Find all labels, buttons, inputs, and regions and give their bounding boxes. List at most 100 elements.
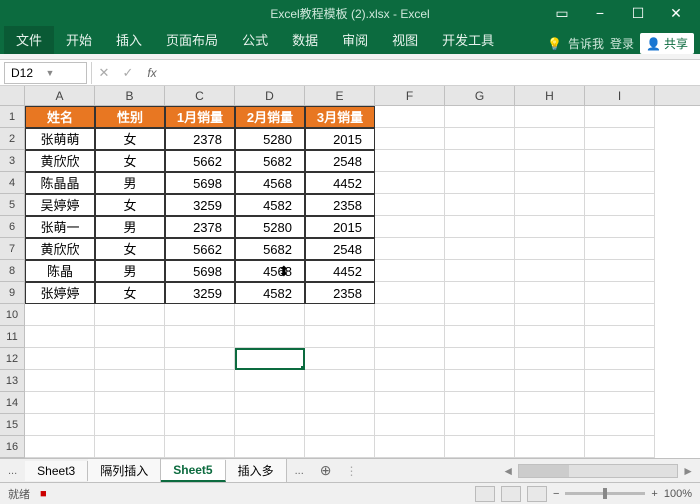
cell[interactable] (515, 238, 585, 260)
sheet-tab-1[interactable]: 隔列插入 (88, 459, 161, 482)
cell[interactable]: 陈晶晶 (25, 172, 95, 194)
tab-page-layout[interactable]: 页面布局 (154, 25, 230, 54)
cell[interactable]: 2548 (305, 150, 375, 172)
cell[interactable] (95, 370, 165, 392)
cell[interactable] (585, 436, 655, 458)
cell[interactable] (445, 128, 515, 150)
tab-insert[interactable]: 插入 (104, 25, 154, 54)
cell[interactable] (375, 436, 445, 458)
cell[interactable]: 张婷婷 (25, 282, 95, 304)
cell[interactable] (25, 370, 95, 392)
cell[interactable] (585, 172, 655, 194)
cell[interactable] (585, 238, 655, 260)
cell[interactable]: 5280 (235, 216, 305, 238)
cell[interactable] (305, 436, 375, 458)
row-header[interactable]: 13 (0, 370, 25, 392)
chevron-down-icon[interactable]: ▼ (46, 68, 81, 78)
cell[interactable]: 男 (95, 216, 165, 238)
row-header[interactable]: 16 (0, 436, 25, 458)
col-header-G[interactable]: G (445, 86, 515, 105)
cell[interactable]: 2月销量 (235, 106, 305, 128)
cell[interactable] (235, 414, 305, 436)
cell[interactable] (165, 304, 235, 326)
cell[interactable] (375, 216, 445, 238)
cell[interactable] (585, 260, 655, 282)
row-header[interactable]: 14 (0, 392, 25, 414)
cell[interactable] (375, 304, 445, 326)
cell[interactable] (95, 436, 165, 458)
cell[interactable] (515, 414, 585, 436)
view-normal-button[interactable] (475, 486, 495, 502)
cell[interactable] (445, 282, 515, 304)
cell[interactable] (95, 304, 165, 326)
cell[interactable] (375, 326, 445, 348)
cell[interactable] (515, 150, 585, 172)
cell[interactable] (585, 282, 655, 304)
col-header-E[interactable]: E (305, 86, 375, 105)
cell[interactable]: 5662 (165, 238, 235, 260)
sheet-tab-2[interactable]: Sheet5 (161, 460, 225, 482)
cell[interactable]: 张萌萌 (25, 128, 95, 150)
cell[interactable]: 5698 (165, 172, 235, 194)
cell[interactable] (515, 260, 585, 282)
sheet-ellipsis[interactable]: ... (287, 465, 312, 477)
cell[interactable] (375, 370, 445, 392)
fx-icon[interactable]: fx (140, 66, 164, 80)
cell[interactable] (375, 414, 445, 436)
cell[interactable] (235, 370, 305, 392)
cell[interactable] (585, 194, 655, 216)
cell[interactable]: 2015 (305, 128, 375, 150)
cell[interactable] (25, 348, 95, 370)
cell[interactable]: 2378 (165, 216, 235, 238)
cell[interactable] (25, 304, 95, 326)
cell[interactable]: 姓名 (25, 106, 95, 128)
cell[interactable] (235, 348, 305, 370)
row-header[interactable]: 11 (0, 326, 25, 348)
sheet-tab-3[interactable]: 插入多 (226, 459, 287, 482)
cell[interactable] (165, 392, 235, 414)
cell[interactable] (165, 436, 235, 458)
cell[interactable] (375, 194, 445, 216)
cell[interactable]: 女 (95, 194, 165, 216)
cell[interactable] (445, 238, 515, 260)
cell[interactable] (375, 348, 445, 370)
close-button[interactable]: ✕ (658, 2, 694, 24)
cell[interactable]: 性别 (95, 106, 165, 128)
cell[interactable] (515, 106, 585, 128)
cell[interactable] (515, 392, 585, 414)
col-header-I[interactable]: I (585, 86, 655, 105)
cell[interactable]: 3月销量 (305, 106, 375, 128)
row-header[interactable]: 3 (0, 150, 25, 172)
cell[interactable]: 2358 (305, 282, 375, 304)
cell[interactable] (585, 414, 655, 436)
cell[interactable]: 3259 (165, 194, 235, 216)
cell[interactable] (515, 128, 585, 150)
cancel-icon[interactable]: ✕ (92, 65, 116, 81)
scroll-right-icon[interactable]: ► (682, 464, 694, 478)
cell[interactable] (235, 392, 305, 414)
cell[interactable] (445, 326, 515, 348)
cell[interactable]: 陈晶 (25, 260, 95, 282)
share-button[interactable]: 👤 共享 (640, 33, 694, 54)
cell[interactable] (305, 304, 375, 326)
cell[interactable] (235, 326, 305, 348)
cell[interactable] (445, 414, 515, 436)
cell[interactable] (515, 348, 585, 370)
zoom-out-button[interactable]: − (553, 488, 559, 500)
row-header[interactable]: 10 (0, 304, 25, 326)
cell[interactable] (445, 370, 515, 392)
spreadsheet-grid[interactable]: ABCDEFGHI 1姓名性别1月销量2月销量3月销量2张萌萌女23785280… (0, 86, 700, 458)
cell[interactable] (305, 326, 375, 348)
tell-me[interactable]: 告诉我 (568, 35, 604, 52)
cell[interactable] (25, 392, 95, 414)
col-header-D[interactable]: D (235, 86, 305, 105)
cell[interactable] (165, 370, 235, 392)
maximize-button[interactable]: ☐ (620, 2, 656, 24)
tab-home[interactable]: 开始 (54, 25, 104, 54)
row-header[interactable]: 12 (0, 348, 25, 370)
row-header[interactable]: 8 (0, 260, 25, 282)
cell[interactable] (165, 414, 235, 436)
cell[interactable] (445, 172, 515, 194)
cell[interactable]: 女 (95, 238, 165, 260)
cell[interactable]: 2015 (305, 216, 375, 238)
